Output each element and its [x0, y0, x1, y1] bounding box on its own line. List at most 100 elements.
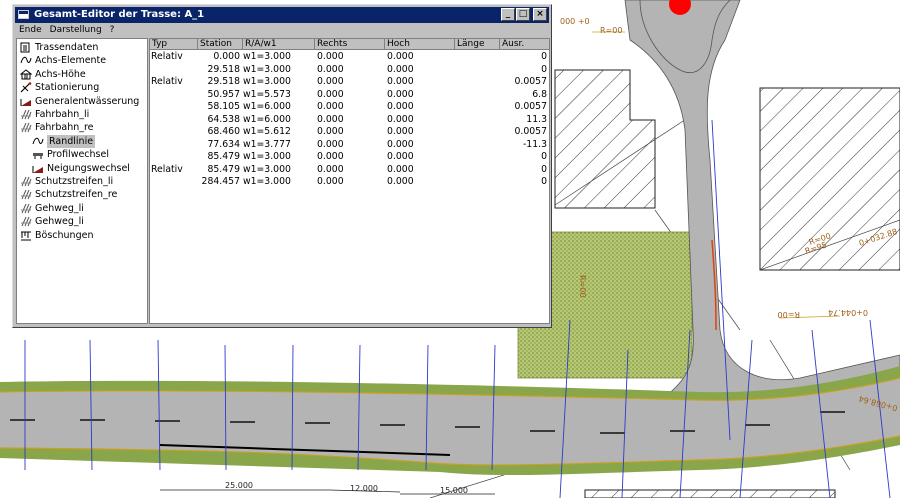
table-row[interactable]: 58.105 w1=6.000 0.000 0.000 0.0057 — [150, 101, 549, 114]
minimize-button[interactable]: _ — [501, 8, 515, 21]
table-cell: 0.000 — [387, 163, 414, 175]
table-cell: 0 — [541, 163, 547, 175]
label-radius-0: R=00 — [600, 26, 622, 35]
table-cell: 0.000 — [213, 51, 240, 62]
tree-item-fahrbahn-li[interactable]: Fahrbahn_li — [20, 108, 89, 121]
tree-item-label: Gehweg_li — [35, 202, 84, 214]
close-button[interactable]: × — [533, 8, 547, 21]
table-cell: w1=3.000 — [243, 163, 291, 175]
table-cell: 0.000 — [317, 63, 344, 75]
tree-view[interactable]: Trassendaten Achs-Elemente Achs-Höhe Statio… — [16, 38, 148, 324]
lanes-icon — [20, 176, 32, 187]
lanes-icon — [20, 216, 32, 227]
window-title: Gesamt-Editor der Trasse: A_1 — [34, 9, 205, 20]
column-header-laenge[interactable]: Länge — [455, 39, 500, 50]
tree-item-generalentwässerung[interactable]: Generalentwässerung — [20, 95, 139, 108]
maximize-button[interactable]: □ — [516, 8, 530, 21]
table-cell: 0.000 — [317, 138, 344, 150]
tree-item-label: Stationierung — [35, 82, 100, 94]
window-icon — [18, 10, 29, 19]
tree-item-achs-höhe[interactable]: Achs-Höhe — [20, 68, 86, 81]
table-cell: 0.000 — [317, 126, 344, 137]
table-cell: 85.479 — [207, 151, 240, 162]
table-cell: 0 — [541, 176, 547, 187]
table-cell: 0.000 — [387, 126, 414, 137]
pin-icon — [20, 82, 32, 93]
table-cell: 77.634 — [207, 138, 240, 150]
table-row[interactable]: 29.518 w1=3.000 0.000 0.000 0 — [150, 64, 549, 77]
tree-item-label: Schutzstreifen_li — [35, 176, 114, 187]
table-cell: 0 — [541, 151, 547, 162]
label-radius-4: R=00 — [578, 275, 587, 297]
table-row[interactable]: Relativ 85.479 w1=3.000 0.000 0.000 0 — [150, 164, 549, 177]
data-grid[interactable]: Typ Station R/A/w1 Rechts Hoch Länge Aus… — [149, 38, 550, 324]
table-cell: 0.000 — [317, 113, 344, 125]
table-cell: 0.000 — [317, 151, 344, 162]
tree-item-trassendaten[interactable]: Trassendaten — [20, 41, 98, 54]
curve-icon — [20, 55, 32, 66]
tree-item-label: Achs-Höhe — [35, 68, 86, 80]
lanes-icon — [20, 203, 32, 214]
window-titlebar[interactable]: Gesamt-Editor der Trasse: A_1 _ □ × — [15, 7, 549, 23]
table-cell: Relativ — [151, 163, 183, 175]
tree-item-profilwechsel[interactable]: Profilwechsel — [32, 148, 109, 161]
tree-item-fahrbahn-re[interactable]: Fahrbahn_re — [20, 121, 94, 134]
table-cell: 58.105 — [207, 101, 240, 112]
table-cell: 29.518 — [207, 76, 240, 87]
tree-item-schutzstreifen-li[interactable]: Schutzstreifen_li — [20, 175, 113, 188]
column-header-hoch[interactable]: Hoch — [385, 39, 455, 50]
column-header-ausr[interactable]: Ausr. — [500, 39, 549, 50]
table-row[interactable]: 85.479 w1=3.000 0.000 0.000 0 — [150, 151, 549, 164]
dimension-lines: 25.000 12.000 15.000 — [160, 481, 495, 495]
lanes-icon — [20, 122, 32, 133]
tree-item-böschungen[interactable]: Böschungen — [20, 229, 93, 242]
table-cell: 29.518 — [207, 63, 240, 75]
label-station-2: 0+044.74 — [828, 308, 868, 317]
menu-ende[interactable]: Ende — [15, 24, 46, 37]
table-cell: 0.000 — [387, 76, 414, 87]
tree-item-label: Fahrbahn_li — [35, 109, 90, 120]
table-cell: w1=5.612 — [243, 126, 291, 137]
table-cell: 0 — [541, 63, 547, 75]
table-cell: 0.000 — [317, 163, 344, 175]
menu-darstellung[interactable]: Darstellung — [46, 24, 106, 37]
tree-item-stationierung[interactable]: Stationierung — [20, 81, 99, 94]
tree-item-gehweg-li[interactable]: Gehweg_li — [20, 202, 84, 215]
table-row[interactable]: 284.457 w1=3.000 0.000 0.000 0 — [150, 176, 549, 189]
table-row[interactable]: 64.538 w1=6.000 0.000 0.000 11.3 — [150, 114, 549, 127]
tree-item-gehweg-li[interactable]: Gehweg_li — [20, 215, 84, 228]
tree-item-neigungswechsel[interactable]: Neigungswechsel — [32, 162, 130, 175]
table-row[interactable]: 77.634 w1=3.777 0.000 0.000 -11.3 — [150, 139, 549, 152]
dimension-2: 12.000 — [350, 484, 378, 493]
slope-icon — [20, 96, 32, 107]
tree-item-randlinie[interactable]: Randlinie — [32, 134, 96, 148]
table-cell: 64.538 — [207, 113, 240, 125]
gesamt-editor-window[interactable]: Gesamt-Editor der Trasse: A_1 _ □ × Ende… — [12, 4, 552, 328]
tree-item-label: Trassendaten — [35, 42, 99, 53]
table-cell: 0.000 — [387, 113, 414, 125]
table-cell: 0.000 — [387, 138, 414, 150]
lanes-icon — [20, 109, 32, 120]
table-cell: 0.0057 — [514, 101, 547, 112]
table-cell: 6.8 — [532, 88, 547, 100]
hatched-building-right — [759, 87, 900, 271]
document-icon — [20, 42, 32, 53]
column-header-raw1[interactable]: R/A/w1 — [243, 39, 315, 50]
column-header-typ[interactable]: Typ — [150, 39, 198, 50]
column-header-station[interactable]: Station — [198, 39, 243, 50]
menu-help[interactable]: ? — [106, 24, 119, 37]
table-row[interactable]: Relativ 0.000 w1=3.000 0.000 0.000 0 — [150, 51, 549, 64]
column-header-rechts[interactable]: Rechts — [315, 39, 385, 50]
house-icon — [20, 69, 32, 80]
tree-item-achs-elemente[interactable]: Achs-Elemente — [20, 54, 106, 67]
table-row[interactable]: 68.460 w1=5.612 0.000 0.000 0.0057 — [150, 126, 549, 139]
table-cell: 0.000 — [387, 176, 414, 187]
tree-item-label: Profilwechsel — [47, 149, 109, 161]
table-row[interactable]: Relativ 29.518 w1=3.000 0.000 0.000 0.0057 — [150, 76, 549, 89]
table-row[interactable]: 50.957 w1=5.573 0.000 0.000 6.8 — [150, 89, 549, 102]
dimension-3: 15.000 — [440, 486, 468, 495]
tree-item-schutzstreifen-re[interactable]: Schutzstreifen_re — [20, 188, 117, 201]
table-cell: 0.000 — [387, 101, 414, 112]
table-cell: 0.000 — [387, 63, 414, 75]
table-cell: 11.3 — [526, 113, 547, 125]
